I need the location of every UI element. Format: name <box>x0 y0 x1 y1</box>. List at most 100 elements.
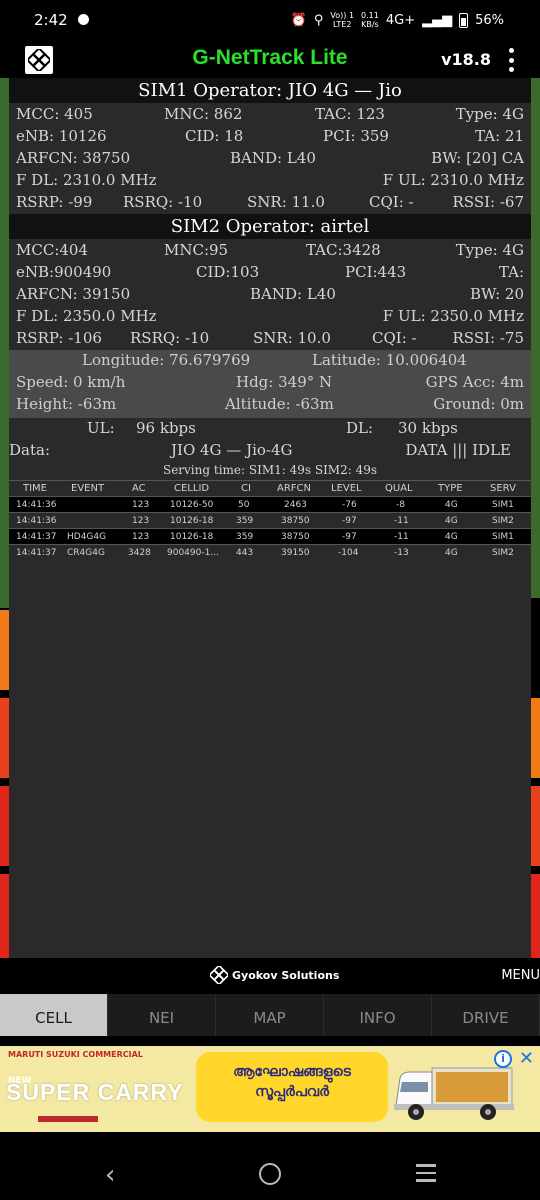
sim1-band: BAND: L40 <box>230 149 316 167</box>
sim1-rsrp: RSRP: -99 <box>16 193 93 211</box>
sim1-row-1: MCC: 405 MNC: 862 TAC: 123 Type: 4G <box>9 104 531 126</box>
sim1-rssi: RSSI: -67 <box>452 193 524 211</box>
table-row: 14:41:36 123 10126-50 50 2463 -76 -8 4G … <box>9 496 531 512</box>
sim1-pci: PCI: 359 <box>323 127 389 145</box>
sim1-operator-header: SIM1 Operator: JIO 4G — Jio <box>9 78 531 103</box>
sim1-fdl: F DL: 2310.0 MHz <box>16 171 157 189</box>
data-row: Data: JIO 4G — Jio-4G DATA ||| IDLE <box>9 440 531 462</box>
data-network: JIO 4G — Jio-4G <box>171 441 293 459</box>
ad-tagline-line2: സൂപ്പർപവർ <box>255 1084 329 1100</box>
app-title-bar: G-NetTrack Lite v18.8 <box>9 42 531 78</box>
info-icon[interactable]: i <box>494 1050 512 1068</box>
battery-percent: 56% <box>475 12 504 28</box>
system-nav-bar: ‹ <box>0 1146 540 1200</box>
ad-product: SUPER CARRY <box>6 1079 184 1105</box>
sim2-row-3: ARFCN: 39150 BAND: L40 BW: 20 <box>9 284 531 306</box>
table-row: 14:41:37 CR4G4G 3428 900490-1... 443 391… <box>9 544 531 560</box>
gps-latitude: Latitude: 10.006404 <box>312 351 467 369</box>
col-cellid: CELLID <box>174 483 210 494</box>
brand-bar: Gyokov Solutions MENU <box>0 958 540 994</box>
recents-icon[interactable] <box>416 1164 436 1182</box>
sim1-ta: TA: 21 <box>475 127 524 145</box>
tab-cell[interactable]: CELL <box>0 994 108 1036</box>
col-level: LEVEL <box>331 483 362 494</box>
throughput-row: UL: 96 kbps DL: 30 kbps <box>9 418 531 440</box>
sim1-ful: F UL: 2310.0 MHz <box>382 171 524 189</box>
sim2-cid: CID:103 <box>196 263 260 281</box>
sim2-ful: F UL: 2350.0 MHz <box>382 307 524 325</box>
ad-tagline: ആഘോഷങ്ങളുടെ സൂപ്പർപവർ <box>196 1052 388 1122</box>
col-arfcn: ARFCN <box>277 483 312 494</box>
sim2-operator-header: SIM2 Operator: airtel <box>9 214 531 239</box>
table-header: TIME EVENT AC CELLID CI ARFCN LEVEL QUAL… <box>9 480 531 496</box>
sim2-row-1: MCC:404 MNC:95 TAC:3428 Type: 4G <box>9 240 531 262</box>
battery-icon <box>459 12 469 28</box>
location-icon: ⚲ <box>313 12 324 28</box>
sim2-mcc: MCC:404 <box>16 241 88 259</box>
brand-logo: Gyokov Solutions <box>210 966 339 984</box>
sim1-row-3: ARFCN: 38750 BAND: L40 BW: [20] CA <box>9 148 531 170</box>
overflow-menu-icon[interactable] <box>509 48 515 72</box>
sim1-enb: eNB: 10126 <box>16 127 107 145</box>
right-signal-bar-green <box>531 78 540 598</box>
col-ac: AC <box>132 483 146 494</box>
tab-map[interactable]: MAP <box>216 994 324 1036</box>
ad-new-label: NEW <box>8 1076 32 1086</box>
sim1-cqi: CQI: - <box>369 193 414 211</box>
sim1-mnc: MNC: 862 <box>164 105 243 123</box>
tab-drive[interactable]: DRIVE <box>432 994 540 1036</box>
gps-altitude: Altitude: -63m <box>225 395 334 413</box>
table-row: 14:41:37 HD4G4G 123 10126-18 359 38750 -… <box>9 528 531 544</box>
sim2-rssi: RSSI: -75 <box>452 329 524 347</box>
menu-button[interactable]: MENU <box>501 968 540 983</box>
sim2-arfcn: ARFCN: 39150 <box>16 285 131 303</box>
ul-value: 96 kbps <box>136 419 196 437</box>
ad-brand: MARUTI SUZUKI COMMERCIAL <box>8 1050 143 1059</box>
network-speed: 0.11 KB/s <box>361 11 379 29</box>
col-type: TYPE <box>438 483 463 494</box>
home-icon[interactable] <box>259 1163 281 1185</box>
serving-time: Serving time: SIM1: 49s SIM2: 49s <box>162 463 378 477</box>
sim2-enb: eNB:900490 <box>16 263 112 281</box>
sim1-arfcn: ARFCN: 38750 <box>16 149 131 167</box>
col-event: EVENT <box>71 483 105 494</box>
close-icon[interactable]: ✕ <box>519 1048 534 1069</box>
data-state: DATA ||| IDLE <box>405 441 511 459</box>
sim2-band: BAND: L40 <box>250 285 336 303</box>
col-serv: SERV <box>490 483 516 494</box>
tab-info[interactable]: INFO <box>324 994 432 1036</box>
sim1-bw: BW: [20] CA <box>431 149 524 167</box>
sim2-bw: BW: 20 <box>469 285 524 303</box>
ul-label: UL: <box>87 419 115 437</box>
left-signal-bar-red3 <box>0 874 9 958</box>
network-type: 4G+ <box>385 12 416 28</box>
ad-banner[interactable]: MARUTI SUZUKI COMMERCIAL SUPER CARRY NEW… <box>0 1046 540 1132</box>
table-row: 14:41:36 123 10126-18 359 38750 -97 -11 … <box>9 512 531 528</box>
signal-icon: ▂▄▆ <box>422 12 453 28</box>
back-icon[interactable]: ‹ <box>105 1160 115 1190</box>
col-qual: QUAL <box>385 483 413 494</box>
gps-height: Height: -63m <box>16 395 117 413</box>
right-signal-bar-red2 <box>531 874 540 958</box>
status-time: 2:42 <box>34 11 68 29</box>
sim1-cid: CID: 18 <box>185 127 244 145</box>
phone-screen: 2:42 ⏰ ⚲ Vo)) 1 LTE2 0.11 KB/s 4G+ ▂▄▆ 56% <box>0 0 540 1200</box>
left-signal-bar-red1 <box>0 698 9 778</box>
gps-row-3: Height: -63m Altitude: -63m Ground: 0m <box>9 394 531 416</box>
sim2-row-2: eNB:900490 CID:103 PCI:443 TA: <box>9 262 531 284</box>
gps-heading: Hdg: 349° N <box>236 373 333 391</box>
serving-time-row: Serving time: SIM1: 49s SIM2: 49s <box>9 462 531 480</box>
sim2-snr: SNR: 10.0 <box>253 329 331 347</box>
tab-nei[interactable]: NEI <box>108 994 216 1036</box>
right-signal-bar-red1 <box>531 786 540 866</box>
col-time: TIME <box>23 483 48 494</box>
dl-label: DL: <box>346 419 374 437</box>
sim1-type: Type: 4G <box>455 105 524 123</box>
sim1-rsrq: RSRQ: -10 <box>123 193 203 211</box>
dl-value: 30 kbps <box>398 419 458 437</box>
sim1-tac: TAC: 123 <box>315 105 385 123</box>
sim2-row-4: F DL: 2350.0 MHz F UL: 2350.0 MHz <box>9 306 531 328</box>
right-signal-bar-orange <box>531 698 540 778</box>
sim1-row-4: F DL: 2310.0 MHz F UL: 2310.0 MHz <box>9 170 531 192</box>
sim1-mcc: MCC: 405 <box>16 105 93 123</box>
